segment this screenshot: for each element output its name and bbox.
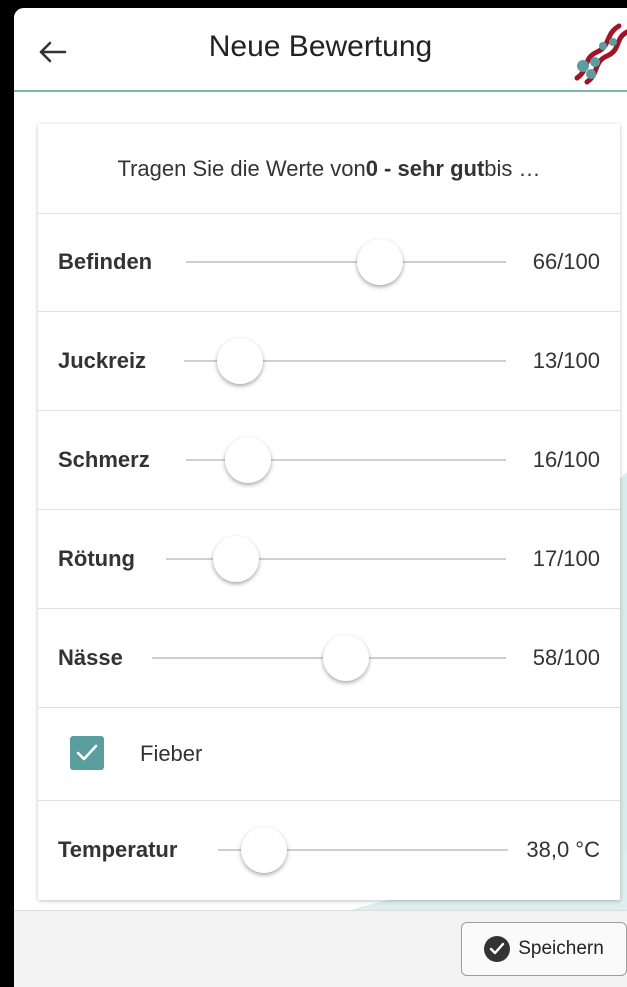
slider-value: 38,0 °C [526,837,600,862]
slider-thumb-temperatur[interactable] [241,827,287,873]
slider-thumb-schmerz[interactable] [225,437,271,483]
slider-value: 13/100 [532,348,600,373]
slider-row-temperatur: Temperatur 38,0 °C [38,801,620,899]
slider-value: 16/100 [532,447,600,472]
slider-label: Temperatur [58,837,178,862]
slider-value: 58/100 [532,645,600,670]
slider-label: Befinden [58,249,153,274]
fever-label: Fieber [140,741,203,766]
fever-row: Fieber [38,708,620,801]
app-header: Neue Bewertung [14,8,627,92]
slider-thumb-roetung[interactable] [213,536,259,582]
slider-thumb-naesse[interactable] [323,635,369,681]
slider-label: Schmerz [58,447,150,472]
page-title: Neue Bewertung [208,30,433,63]
footer-bar: Speichern [14,910,627,987]
slider-row-roetung: Rötung 17/100 [38,510,620,609]
rating-card: Tragen Sie die Werte von 0 - sehr gut bi… [38,124,620,900]
check-circle-icon [484,936,511,962]
dna-helix-logo [574,23,627,85]
slider-row-befinden: Befinden 66/100 [38,213,620,312]
slider-label: Rötung [58,546,135,571]
slider-thumb-befinden[interactable] [357,239,403,285]
intro-bold: 0 - sehr gut [365,155,485,181]
intro-text: Tragen Sie die Werte von 0 - sehr gut bi… [38,124,620,214]
slider-label: Juckreiz [58,348,147,373]
slider-label: Nässe [58,645,123,670]
slider-thumb-juckreiz[interactable] [217,338,263,384]
intro-prefix: Tragen Sie die Werte von [117,155,366,181]
intro-suffix: bis … [484,155,541,181]
fever-checkbox[interactable] [70,736,104,770]
slider-value: 17/100 [532,546,600,571]
slider-row-naesse: Nässe 58/100 [38,609,620,708]
slider-value: 66/100 [532,249,600,274]
app-frame: Neue Bewertung Tragen Sie die Werte von … [14,8,627,987]
checkmark-icon [76,744,98,761]
slider-row-juckreiz: Juckreiz 13/100 [38,312,620,411]
slider-row-schmerz: Schmerz 16/100 [38,411,620,510]
save-label: Speichern [518,938,604,959]
slider-track[interactable] [186,261,506,263]
save-button[interactable]: Speichern [461,922,627,976]
